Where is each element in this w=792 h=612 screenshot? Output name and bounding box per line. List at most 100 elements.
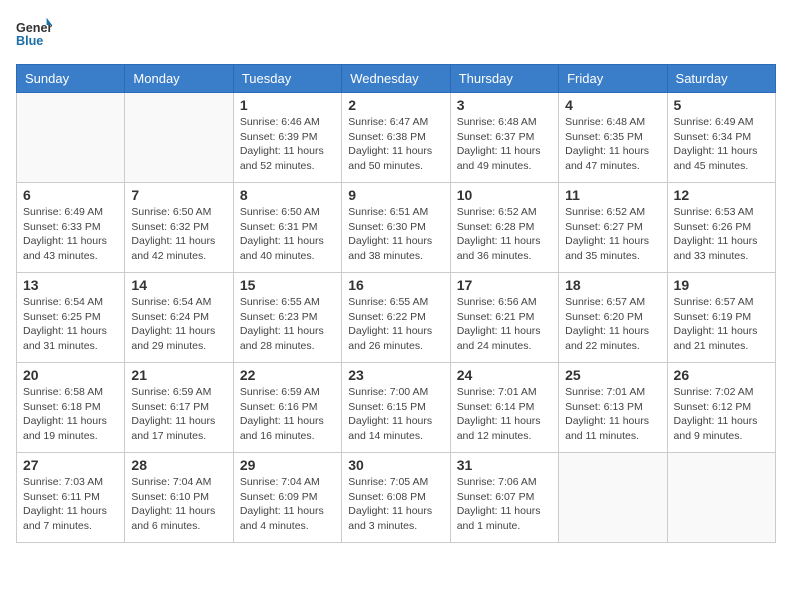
logo-icon: General Blue [16, 16, 52, 52]
day-number: 10 [457, 187, 552, 203]
calendar-cell: 17 Sunrise: 6:56 AM Sunset: 6:21 PM Dayli… [450, 273, 558, 363]
day-number: 29 [240, 457, 335, 473]
day-number: 23 [348, 367, 443, 383]
day-number: 7 [131, 187, 226, 203]
day-number: 9 [348, 187, 443, 203]
weekday-header-tuesday: Tuesday [233, 65, 341, 93]
calendar-week-row: 6Sunrise: 6:49 AM Sunset: 6:33 PM Daylig… [17, 183, 776, 273]
day-info: Sunrise: 7:01 AM Sunset: 6:14 PM Dayligh… [457, 385, 552, 444]
calendar-cell: 16 Sunrise: 6:55 AM Sunset: 6:22 PM Dayli… [342, 273, 450, 363]
weekday-header-row: SundayMondayTuesdayWednesdayThursdayFrid… [17, 65, 776, 93]
day-number: 4 [565, 97, 660, 113]
day-info: Sunrise: 6:55 AM Sunset: 6:22 PM Dayligh… [348, 295, 443, 354]
calendar-cell: 4 Sunrise: 6:48 AM Sunset: 6:35 PM Daylig… [559, 93, 667, 183]
calendar-cell [667, 453, 775, 543]
day-info: Sunrise: 6:59 AM Sunset: 6:17 PM Dayligh… [131, 385, 226, 444]
day-number: 27 [23, 457, 118, 473]
day-info: Sunrise: 7:05 AM Sunset: 6:08 PM Dayligh… [348, 475, 443, 534]
calendar-cell: 9 Sunrise: 6:51 AM Sunset: 6:30 PM Daylig… [342, 183, 450, 273]
calendar-cell: 15 Sunrise: 6:55 AM Sunset: 6:23 PM Dayli… [233, 273, 341, 363]
day-info: Sunrise: 6:58 AM Sunset: 6:18 PM Dayligh… [23, 385, 118, 444]
calendar-cell: 30Sunrise: 7:05 AM Sunset: 6:08 PM Dayli… [342, 453, 450, 543]
calendar-cell: 10 Sunrise: 6:52 AM Sunset: 6:28 PM Dayli… [450, 183, 558, 273]
day-number: 11 [565, 187, 660, 203]
day-info: Sunrise: 6:49 AM Sunset: 6:34 PM Dayligh… [674, 115, 769, 174]
day-info: Sunrise: 6:53 AM Sunset: 6:26 PM Dayligh… [674, 205, 769, 264]
weekday-header-monday: Monday [125, 65, 233, 93]
day-number: 1 [240, 97, 335, 113]
day-info: Sunrise: 6:57 AM Sunset: 6:19 PM Dayligh… [674, 295, 769, 354]
day-number: 19 [674, 277, 769, 293]
day-number: 21 [131, 367, 226, 383]
day-number: 28 [131, 457, 226, 473]
day-number: 16 [348, 277, 443, 293]
logo: General Blue [16, 16, 52, 52]
calendar-cell: 28 Sunrise: 7:04 AM Sunset: 6:10 PM Dayli… [125, 453, 233, 543]
calendar-cell: 22Sunrise: 6:59 AM Sunset: 6:16 PM Dayli… [233, 363, 341, 453]
calendar-cell: 24 Sunrise: 7:01 AM Sunset: 6:14 PM Dayli… [450, 363, 558, 453]
svg-text:Blue: Blue [16, 34, 43, 48]
calendar-week-row: 13 Sunrise: 6:54 AM Sunset: 6:25 PM Dayli… [17, 273, 776, 363]
day-number: 24 [457, 367, 552, 383]
day-info: Sunrise: 6:57 AM Sunset: 6:20 PM Dayligh… [565, 295, 660, 354]
day-number: 2 [348, 97, 443, 113]
weekday-header-thursday: Thursday [450, 65, 558, 93]
calendar-cell: 6Sunrise: 6:49 AM Sunset: 6:33 PM Daylig… [17, 183, 125, 273]
day-info: Sunrise: 7:04 AM Sunset: 6:10 PM Dayligh… [131, 475, 226, 534]
weekday-header-saturday: Saturday [667, 65, 775, 93]
calendar-cell: 27 Sunrise: 7:03 AM Sunset: 6:11 PM Dayli… [17, 453, 125, 543]
weekday-header-sunday: Sunday [17, 65, 125, 93]
calendar-cell: 18 Sunrise: 6:57 AM Sunset: 6:20 PM Dayli… [559, 273, 667, 363]
calendar-cell: 8 Sunrise: 6:50 AM Sunset: 6:31 PM Daylig… [233, 183, 341, 273]
day-info: Sunrise: 6:55 AM Sunset: 6:23 PM Dayligh… [240, 295, 335, 354]
calendar-cell: 19 Sunrise: 6:57 AM Sunset: 6:19 PM Dayli… [667, 273, 775, 363]
day-number: 14 [131, 277, 226, 293]
day-info: Sunrise: 6:51 AM Sunset: 6:30 PM Dayligh… [348, 205, 443, 264]
weekday-header-wednesday: Wednesday [342, 65, 450, 93]
day-info: Sunrise: 7:01 AM Sunset: 6:13 PM Dayligh… [565, 385, 660, 444]
calendar-week-row: 27 Sunrise: 7:03 AM Sunset: 6:11 PM Dayli… [17, 453, 776, 543]
calendar-week-row: 1 Sunrise: 6:46 AM Sunset: 6:39 PM Daylig… [17, 93, 776, 183]
day-number: 20 [23, 367, 118, 383]
day-number: 13 [23, 277, 118, 293]
calendar-week-row: 20 Sunrise: 6:58 AM Sunset: 6:18 PM Dayli… [17, 363, 776, 453]
day-info: Sunrise: 6:54 AM Sunset: 6:25 PM Dayligh… [23, 295, 118, 354]
calendar-cell: 11Sunrise: 6:52 AM Sunset: 6:27 PM Dayli… [559, 183, 667, 273]
day-info: Sunrise: 7:03 AM Sunset: 6:11 PM Dayligh… [23, 475, 118, 534]
weekday-header-friday: Friday [559, 65, 667, 93]
calendar-cell [17, 93, 125, 183]
day-info: Sunrise: 6:52 AM Sunset: 6:28 PM Dayligh… [457, 205, 552, 264]
calendar-cell: 29 Sunrise: 7:04 AM Sunset: 6:09 PM Dayli… [233, 453, 341, 543]
day-number: 12 [674, 187, 769, 203]
day-info: Sunrise: 6:48 AM Sunset: 6:35 PM Dayligh… [565, 115, 660, 174]
day-info: Sunrise: 7:04 AM Sunset: 6:09 PM Dayligh… [240, 475, 335, 534]
day-info: Sunrise: 6:49 AM Sunset: 6:33 PM Dayligh… [23, 205, 118, 264]
day-number: 15 [240, 277, 335, 293]
calendar-cell: 1 Sunrise: 6:46 AM Sunset: 6:39 PM Daylig… [233, 93, 341, 183]
calendar-cell: 25 Sunrise: 7:01 AM Sunset: 6:13 PM Dayli… [559, 363, 667, 453]
calendar-cell: 3Sunrise: 6:48 AM Sunset: 6:37 PM Daylig… [450, 93, 558, 183]
day-number: 18 [565, 277, 660, 293]
day-info: Sunrise: 7:02 AM Sunset: 6:12 PM Dayligh… [674, 385, 769, 444]
calendar-table: SundayMondayTuesdayWednesdayThursdayFrid… [16, 64, 776, 543]
day-number: 25 [565, 367, 660, 383]
day-info: Sunrise: 6:54 AM Sunset: 6:24 PM Dayligh… [131, 295, 226, 354]
calendar-cell: 21 Sunrise: 6:59 AM Sunset: 6:17 PM Dayli… [125, 363, 233, 453]
day-number: 8 [240, 187, 335, 203]
day-number: 17 [457, 277, 552, 293]
calendar-cell: 2 Sunrise: 6:47 AM Sunset: 6:38 PM Daylig… [342, 93, 450, 183]
calendar-cell: 23Sunrise: 7:00 AM Sunset: 6:15 PM Dayli… [342, 363, 450, 453]
calendar-cell: 13 Sunrise: 6:54 AM Sunset: 6:25 PM Dayli… [17, 273, 125, 363]
calendar-cell: 7Sunrise: 6:50 AM Sunset: 6:32 PM Daylig… [125, 183, 233, 273]
day-info: Sunrise: 6:50 AM Sunset: 6:31 PM Dayligh… [240, 205, 335, 264]
calendar-cell [559, 453, 667, 543]
day-info: Sunrise: 6:47 AM Sunset: 6:38 PM Dayligh… [348, 115, 443, 174]
day-info: Sunrise: 6:59 AM Sunset: 6:16 PM Dayligh… [240, 385, 335, 444]
day-number: 5 [674, 97, 769, 113]
day-number: 3 [457, 97, 552, 113]
calendar-cell: 31Sunrise: 7:06 AM Sunset: 6:07 PM Dayli… [450, 453, 558, 543]
calendar-cell: 20 Sunrise: 6:58 AM Sunset: 6:18 PM Dayli… [17, 363, 125, 453]
day-number: 31 [457, 457, 552, 473]
day-info: Sunrise: 6:56 AM Sunset: 6:21 PM Dayligh… [457, 295, 552, 354]
day-info: Sunrise: 6:46 AM Sunset: 6:39 PM Dayligh… [240, 115, 335, 174]
